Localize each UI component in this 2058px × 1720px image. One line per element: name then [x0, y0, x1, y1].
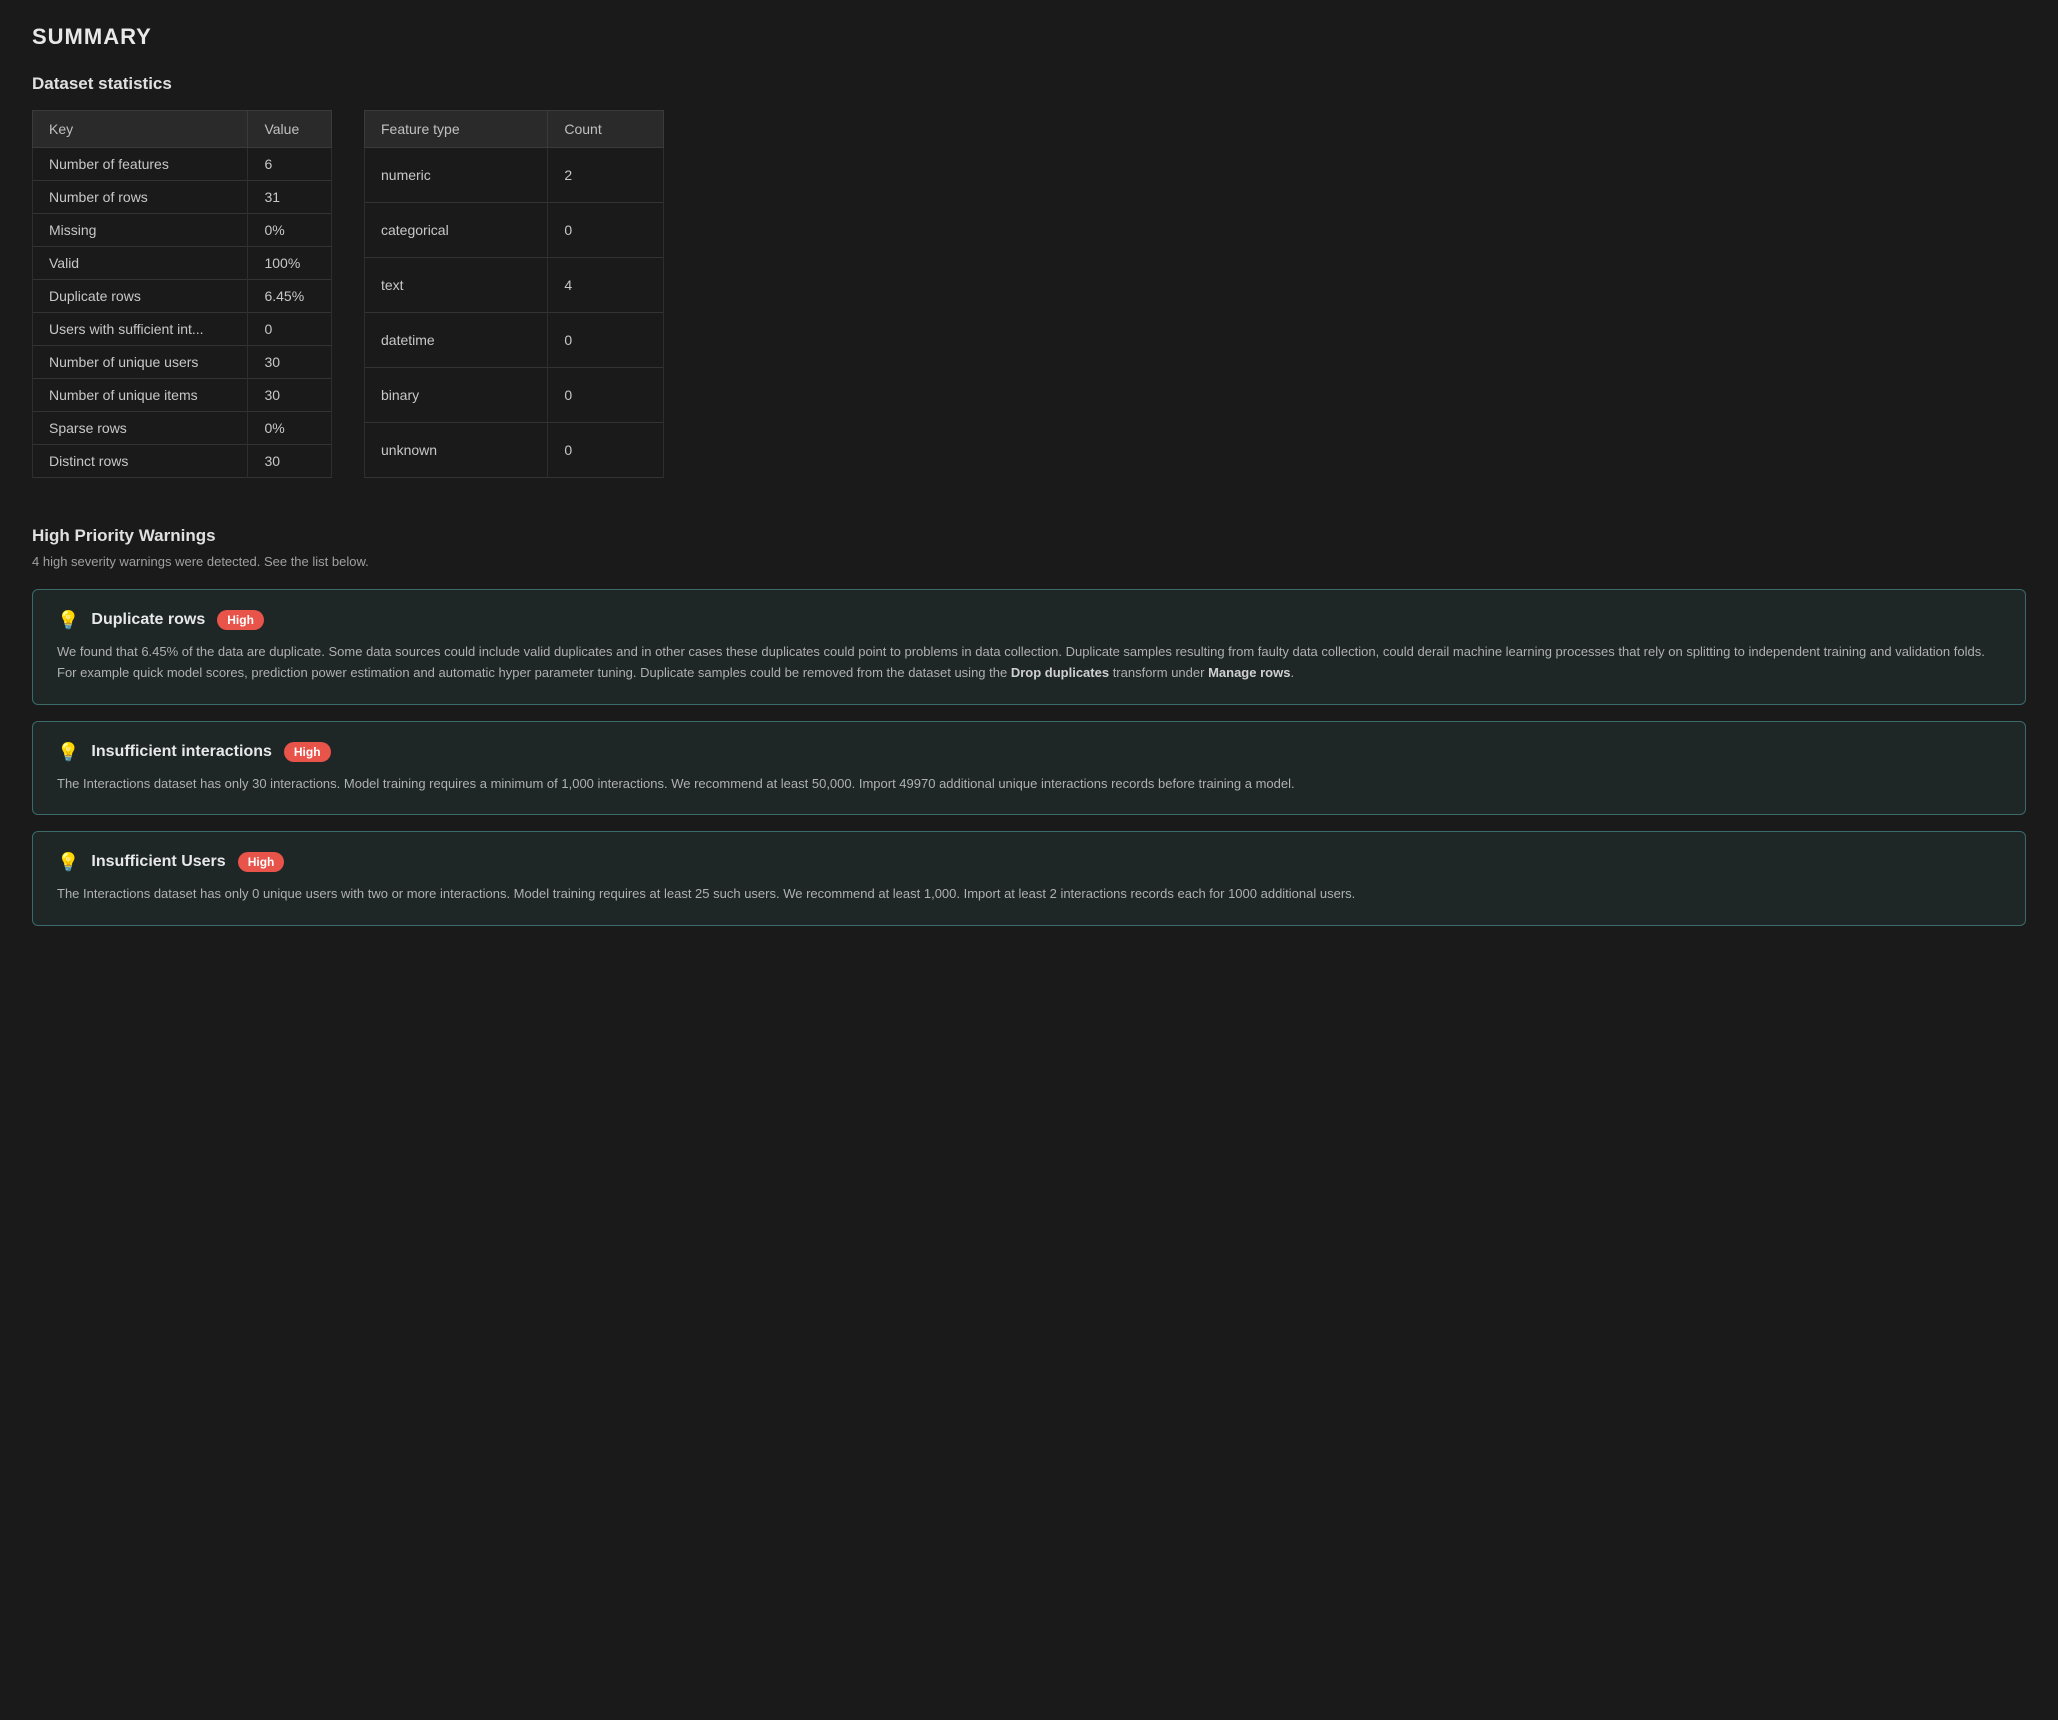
feature-type: text	[365, 258, 548, 313]
stat-key: Distinct rows	[33, 445, 248, 478]
stat-key: Number of features	[33, 148, 248, 181]
feature-count: 0	[548, 313, 664, 368]
table-row: categorical 0	[365, 203, 664, 258]
warning-card-duplicate-rows: 💡 Duplicate rows High We found that 6.45…	[32, 589, 2026, 705]
stat-key: Number of unique users	[33, 346, 248, 379]
table-row: Sparse rows 0%	[33, 412, 332, 445]
warning-title: Insufficient interactions	[91, 743, 271, 761]
feature-count: 0	[548, 368, 664, 423]
feature-count: 2	[548, 148, 664, 203]
stat-key: Duplicate rows	[33, 280, 248, 313]
warning-badge: High	[217, 610, 264, 630]
warning-body: The Interactions dataset has only 0 uniq…	[57, 884, 2001, 905]
stat-key: Users with sufficient int...	[33, 313, 248, 346]
warning-badge: High	[284, 742, 331, 762]
stat-value: 30	[248, 445, 332, 478]
stat-value: 31	[248, 181, 332, 214]
table-row: datetime 0	[365, 313, 664, 368]
feature-col-count: Count	[548, 111, 664, 148]
high-priority-warnings-section: High Priority Warnings 4 high severity w…	[32, 526, 2026, 926]
table-row: Number of features 6	[33, 148, 332, 181]
feature-type: datetime	[365, 313, 548, 368]
table-row: unknown 0	[365, 423, 664, 478]
stats-col-key: Key	[33, 111, 248, 148]
feature-type: numeric	[365, 148, 548, 203]
stat-value: 30	[248, 379, 332, 412]
table-row: Users with sufficient int... 0	[33, 313, 332, 346]
warning-header: 💡 Insufficient Users High	[57, 852, 2001, 872]
warning-title: Insufficient Users	[91, 853, 225, 871]
table-row: Missing 0%	[33, 214, 332, 247]
warnings-list: 💡 Duplicate rows High We found that 6.45…	[32, 589, 2026, 926]
page-title: SUMMARY	[32, 24, 2026, 50]
statistics-tables: Key Value Number of features 6 Number of…	[32, 110, 2026, 478]
table-row: binary 0	[365, 368, 664, 423]
stat-value: 100%	[248, 247, 332, 280]
stat-value: 30	[248, 346, 332, 379]
stat-value: 0%	[248, 214, 332, 247]
feature-type: categorical	[365, 203, 548, 258]
warnings-subtitle: 4 high severity warnings were detected. …	[32, 554, 2026, 569]
stat-key: Number of unique items	[33, 379, 248, 412]
feature-col-type: Feature type	[365, 111, 548, 148]
table-row: Number of unique users 30	[33, 346, 332, 379]
warning-icon: 💡	[57, 743, 79, 761]
warning-card-insufficient-interactions: 💡 Insufficient interactions High The Int…	[32, 721, 2026, 816]
warning-header: 💡 Insufficient interactions High	[57, 742, 2001, 762]
high-priority-warnings-title: High Priority Warnings	[32, 526, 2026, 546]
table-row: numeric 2	[365, 148, 664, 203]
warning-body: We found that 6.45% of the data are dupl…	[57, 642, 2001, 684]
feature-count: 0	[548, 423, 664, 478]
table-row: text 4	[365, 258, 664, 313]
warning-title: Duplicate rows	[91, 611, 205, 629]
stat-value: 0%	[248, 412, 332, 445]
dataset-statistics-title: Dataset statistics	[32, 74, 2026, 94]
warning-icon: 💡	[57, 853, 79, 871]
feature-type: binary	[365, 368, 548, 423]
warning-header: 💡 Duplicate rows High	[57, 610, 2001, 630]
table-row: Duplicate rows 6.45%	[33, 280, 332, 313]
table-row: Valid 100%	[33, 247, 332, 280]
feature-count: 0	[548, 203, 664, 258]
warning-icon: 💡	[57, 611, 79, 629]
warning-body: The Interactions dataset has only 30 int…	[57, 774, 2001, 795]
stat-value: 0	[248, 313, 332, 346]
stat-key: Sparse rows	[33, 412, 248, 445]
stat-value: 6.45%	[248, 280, 332, 313]
table-row: Distinct rows 30	[33, 445, 332, 478]
stat-key: Number of rows	[33, 181, 248, 214]
feature-type-table: Feature type Count numeric 2 categorical…	[364, 110, 664, 478]
stats-table: Key Value Number of features 6 Number of…	[32, 110, 332, 478]
feature-type: unknown	[365, 423, 548, 478]
stats-col-value: Value	[248, 111, 332, 148]
stat-key: Missing	[33, 214, 248, 247]
stat-value: 6	[248, 148, 332, 181]
feature-count: 4	[548, 258, 664, 313]
table-row: Number of unique items 30	[33, 379, 332, 412]
table-row: Number of rows 31	[33, 181, 332, 214]
warning-card-insufficient-users: 💡 Insufficient Users High The Interactio…	[32, 831, 2026, 926]
stat-key: Valid	[33, 247, 248, 280]
warning-badge: High	[238, 852, 285, 872]
